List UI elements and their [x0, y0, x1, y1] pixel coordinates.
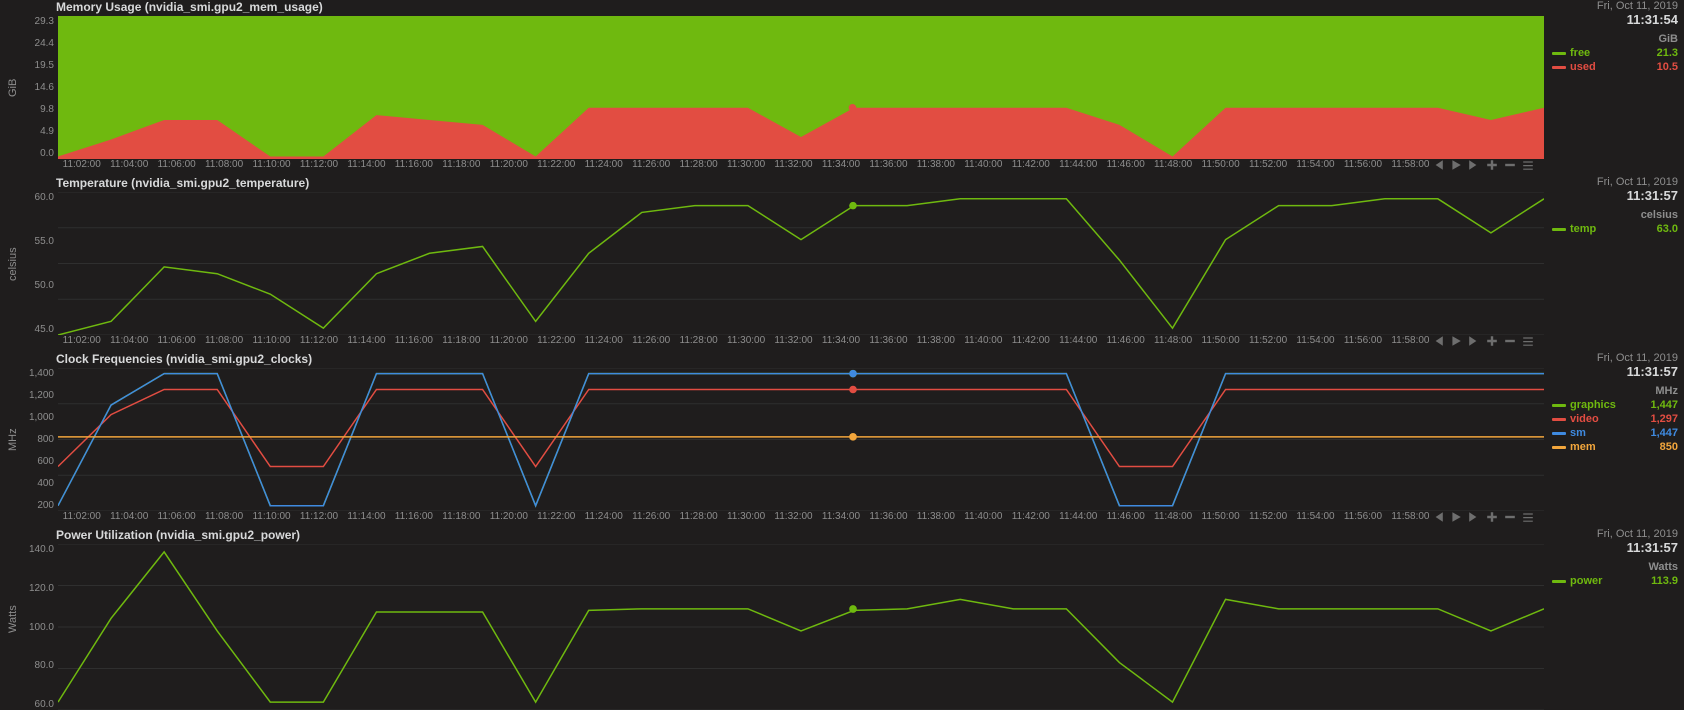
- ts-date: Fri, Oct 11, 2019: [1552, 352, 1678, 364]
- nav-last-icon[interactable]: [1468, 335, 1480, 350]
- plot-clocks[interactable]: [58, 368, 1544, 511]
- unit: GiB: [1552, 33, 1678, 45]
- plot-power[interactable]: [58, 544, 1544, 710]
- nav-menu-icon[interactable]: [1522, 511, 1534, 526]
- toolbar-memory: [1434, 159, 1544, 176]
- legend-memory: Fri, Oct 11, 2019 11:31:54 GiB free21.3 u…: [1544, 0, 1684, 176]
- ts-time: 11:31:57: [1552, 540, 1678, 555]
- ts-time: 11:31:57: [1552, 188, 1678, 203]
- legend-item[interactable]: free21.3: [1552, 47, 1678, 59]
- ts-time: 11:31:57: [1552, 364, 1678, 379]
- ylabel-power: Watts: [0, 528, 26, 710]
- yticks-clocks: 1,4001,2001,000800600400200: [26, 368, 58, 511]
- unit: celsius: [1552, 209, 1678, 221]
- legend-item[interactable]: used10.5: [1552, 61, 1678, 73]
- nav-first-icon[interactable]: [1432, 159, 1444, 174]
- nav-minus-icon[interactable]: [1504, 159, 1516, 174]
- nav-play-icon[interactable]: [1450, 335, 1462, 350]
- plot-temperature[interactable]: [58, 192, 1544, 335]
- nav-minus-icon[interactable]: [1504, 511, 1516, 526]
- legend-power: Fri, Oct 11, 2019 11:31:57 Watts power11…: [1544, 528, 1684, 710]
- nav-first-icon[interactable]: [1432, 511, 1444, 526]
- panel-temperature: celsius Temperature (nvidia_smi.gpu2_tem…: [0, 176, 1684, 352]
- nav-first-icon[interactable]: [1432, 335, 1444, 350]
- ylabel-clocks: MHz: [0, 352, 26, 528]
- ts-date: Fri, Oct 11, 2019: [1552, 0, 1678, 12]
- ylabel-memory: GiB: [0, 0, 26, 176]
- yticks-power: 140.0120.0100.080.060.0: [26, 544, 58, 710]
- title-memory: Memory Usage (nvidia_smi.gpu2_mem_usage): [26, 0, 1544, 16]
- legend-item[interactable]: video1,297: [1552, 413, 1678, 425]
- legend-temperature: Fri, Oct 11, 2019 11:31:57 celsius temp6…: [1544, 176, 1684, 352]
- ts-time: 11:31:54: [1552, 12, 1678, 27]
- legend-clocks: Fri, Oct 11, 2019 11:31:57 MHz graphics1…: [1544, 352, 1684, 528]
- xticks-memory: 11:02:0011:04:0011:06:0011:08:0011:10:00…: [26, 159, 1434, 175]
- panel-memory: GiB Memory Usage (nvidia_smi.gpu2_mem_us…: [0, 0, 1684, 176]
- unit: Watts: [1552, 561, 1678, 573]
- legend-item[interactable]: temp63.0: [1552, 223, 1678, 235]
- nav-last-icon[interactable]: [1468, 159, 1480, 174]
- nav-play-icon[interactable]: [1450, 511, 1462, 526]
- legend-item[interactable]: sm1,447: [1552, 427, 1678, 439]
- ylabel-temperature: celsius: [0, 176, 26, 352]
- toolbar-clocks: [1434, 511, 1544, 528]
- toolbar-temperature: [1434, 335, 1544, 352]
- nav-plus-icon[interactable]: [1486, 335, 1498, 350]
- plot-memory[interactable]: [58, 16, 1544, 159]
- xticks-temperature: 11:02:0011:04:0011:06:0011:08:0011:10:00…: [26, 335, 1434, 351]
- panel-power: Watts Power Utilization (nvidia_smi.gpu2…: [0, 528, 1684, 710]
- unit: MHz: [1552, 385, 1678, 397]
- legend-item[interactable]: power113.9: [1552, 575, 1678, 587]
- nav-menu-icon[interactable]: [1522, 335, 1534, 350]
- yticks-memory: 29.324.419.514.69.84.90.0: [26, 16, 58, 159]
- title-clocks: Clock Frequencies (nvidia_smi.gpu2_clock…: [26, 352, 1544, 368]
- ts-date: Fri, Oct 11, 2019: [1552, 528, 1678, 540]
- legend-item[interactable]: mem850: [1552, 441, 1678, 453]
- nav-play-icon[interactable]: [1450, 159, 1462, 174]
- title-power: Power Utilization (nvidia_smi.gpu2_power…: [26, 528, 1544, 544]
- nav-plus-icon[interactable]: [1486, 159, 1498, 174]
- title-temperature: Temperature (nvidia_smi.gpu2_temperature…: [26, 176, 1544, 192]
- nav-plus-icon[interactable]: [1486, 511, 1498, 526]
- xticks-clocks: 11:02:0011:04:0011:06:0011:08:0011:10:00…: [26, 511, 1434, 527]
- nav-minus-icon[interactable]: [1504, 335, 1516, 350]
- ts-date: Fri, Oct 11, 2019: [1552, 176, 1678, 188]
- yticks-temperature: 60.055.050.045.0: [26, 192, 58, 335]
- nav-last-icon[interactable]: [1468, 511, 1480, 526]
- nav-menu-icon[interactable]: [1522, 159, 1534, 174]
- panel-clocks: MHz Clock Frequencies (nvidia_smi.gpu2_c…: [0, 352, 1684, 528]
- legend-item[interactable]: graphics1,447: [1552, 399, 1678, 411]
